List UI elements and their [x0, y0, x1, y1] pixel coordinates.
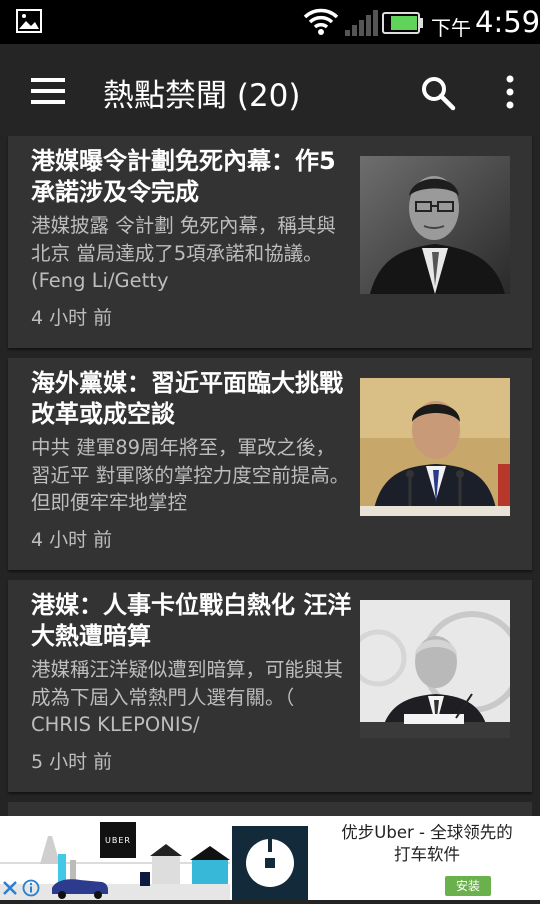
news-card[interactable]: 海外黨媒：習近平面臨大挑戰 改革或成空談 中共 建軍89周年將至，軍改之後， 習… [8, 358, 532, 570]
wifi-icon [303, 8, 339, 35]
signal-icon [345, 10, 378, 36]
article-thumbnail [360, 600, 510, 738]
article-headline: 港媒曝令計劃免死內幕：作5承諾涉及令完成 [31, 147, 336, 206]
install-button[interactable]: 安装 [445, 876, 491, 896]
ad-brand-logo-text: UBER [105, 836, 131, 845]
app-bar: 熱點禁聞 (20) [0, 44, 540, 136]
article-headline: 港媒：人事卡位戰白熱化 汪洋大熱遭暗算 [31, 591, 352, 650]
article-time: 4 小时 前 [31, 307, 113, 329]
overflow-icon[interactable] [500, 74, 520, 110]
article-summary: 中共 建軍89周年將至，軍改之後， 習近平 對軍隊的掌控力度空前提高。但即便牢牢… [31, 436, 350, 514]
gallery-icon [16, 9, 42, 33]
news-card[interactable]: 港媒：人事卡位戰白熱化 汪洋大熱遭暗算 港媒稱汪洋疑似遭到暗算，可能與其成為下屆… [8, 580, 532, 792]
article-headline: 海外黨媒：習近平面臨大挑戰 改革或成空談 [31, 369, 343, 428]
article-thumbnail [360, 378, 510, 516]
menu-icon[interactable] [31, 78, 65, 104]
status-bar: 下午 4:59 [0, 0, 540, 44]
uber-app-icon [232, 826, 308, 900]
article-time: 5 小时 前 [31, 751, 113, 773]
news-card[interactable]: 港媒曝令計劃免死內幕：作5承諾涉及令完成 港媒披露 令計劃 免死內幕，稱其與 北… [8, 136, 532, 348]
article-summary: 港媒披露 令計劃 免死內幕，稱其與 北京 當局達成了5項承諾和協議。 (Feng… [31, 214, 336, 292]
page-title: 熱點禁聞 (20) [103, 78, 301, 114]
ad-text-line1: 优步Uber - 全球领先的 [341, 823, 513, 842]
ad-text: 优步Uber - 全球领先的 打车软件 [322, 822, 532, 866]
close-icon[interactable] [2, 880, 18, 896]
status-clock: 4:59 [475, 5, 540, 39]
battery-icon [382, 12, 423, 34]
status-ampm: 下午 [431, 16, 471, 40]
info-icon[interactable] [22, 879, 40, 897]
article-time: 4 小时 前 [31, 529, 113, 551]
news-card-peek [8, 802, 532, 816]
ad-banner[interactable]: UBER 优步Uber - 全球领先的 打车软件 安装 [0, 816, 540, 900]
article-thumbnail [360, 156, 510, 294]
search-icon[interactable] [420, 75, 456, 111]
ad-text-line2: 打车软件 [394, 845, 460, 864]
article-summary: 港媒稱汪洋疑似遭到暗算，可能與其成為下屆入常熱門人選有關。（ CHRIS KLE… [31, 658, 344, 736]
